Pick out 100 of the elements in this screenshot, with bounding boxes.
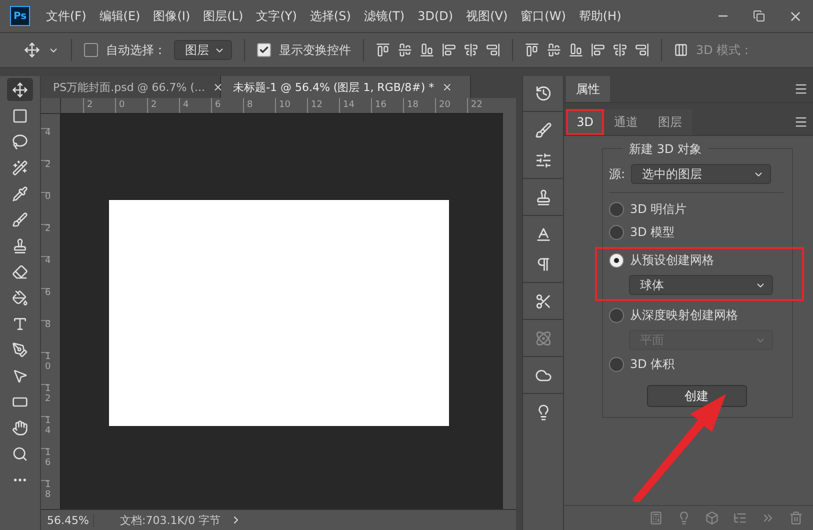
marquee-icon[interactable] xyxy=(12,108,28,124)
history-icon[interactable] xyxy=(534,84,552,102)
shape-dropdown[interactable]: 球体 xyxy=(629,275,773,295)
eyedropper-icon[interactable] xyxy=(12,186,28,202)
menu-item[interactable]: 3D(D) xyxy=(418,9,454,23)
auto-align-icon[interactable] xyxy=(674,43,688,57)
ruler-label: 10 xyxy=(41,352,50,384)
zoom-icon[interactable] xyxy=(12,446,28,462)
align-top-icon[interactable] xyxy=(376,43,390,57)
ruler-label: 4 xyxy=(179,98,211,113)
brush-settings-icon[interactable] xyxy=(534,122,552,138)
ruler-label: 6 xyxy=(211,98,243,113)
align-left-icon[interactable] xyxy=(442,43,456,57)
menu-item[interactable]: 滤镜(T) xyxy=(364,8,405,24)
ruler-label: 14 xyxy=(339,98,371,113)
auto-select-checkbox[interactable] xyxy=(84,43,98,57)
auto-select-label: 自动选择： xyxy=(106,42,166,58)
type-icon[interactable] xyxy=(12,316,28,332)
ruler-label: 14 xyxy=(41,416,50,448)
eraser-icon[interactable] xyxy=(12,264,28,280)
scissors-icon[interactable] xyxy=(534,292,552,310)
menu-item[interactable]: 编辑(E) xyxy=(99,8,140,24)
align-middle-icon[interactable] xyxy=(398,43,412,57)
move-icon[interactable] xyxy=(12,82,28,98)
menu-item[interactable]: 帮助(H) xyxy=(578,8,622,24)
ruler-label: 10 xyxy=(275,98,307,113)
distribute-left-icon[interactable] xyxy=(591,43,605,57)
ruler-label: 16 xyxy=(371,98,403,113)
ruler-label: 20 xyxy=(435,98,467,113)
align-center-icon[interactable] xyxy=(464,43,478,57)
close-tab-button[interactable]: × xyxy=(442,80,452,94)
tool-button[interactable] xyxy=(7,78,33,101)
hand-icon[interactable] xyxy=(12,420,28,436)
align-right-icon[interactable] xyxy=(486,43,500,57)
pointer-icon[interactable] xyxy=(12,368,28,384)
ruler-label: 12 xyxy=(41,384,50,416)
option-label: 从深度映射创建网格 xyxy=(630,307,738,324)
menu-item[interactable]: 窗口(W) xyxy=(520,8,566,24)
distribute-middle-icon[interactable] xyxy=(547,43,561,57)
ruler-label: 0 xyxy=(41,192,50,224)
panel-tab[interactable]: 通道 xyxy=(604,109,648,135)
show-transform-label: 显示变换控件 xyxy=(279,42,351,58)
target-dropdown[interactable]: 图层 xyxy=(174,40,232,60)
distribute-right-icon[interactable] xyxy=(635,43,649,57)
menu-item[interactable]: 图层(L) xyxy=(203,8,244,24)
ruler-label: 22 xyxy=(467,98,499,113)
tab-title: 未标题-1 @ 56.4% (图层 1, RGB/8#) * xyxy=(233,80,434,94)
ruler-label: 8 xyxy=(41,320,50,352)
menu-item[interactable]: 选择(S) xyxy=(310,8,351,24)
ruler-label: 0 xyxy=(115,98,147,113)
radio-button[interactable] xyxy=(609,202,624,217)
menu-item[interactable]: 图像(I) xyxy=(153,8,190,24)
ruler-label: 4 xyxy=(41,128,50,160)
paint-bucket-icon[interactable] xyxy=(12,290,28,306)
menu-item[interactable]: 视图(V) xyxy=(466,8,508,24)
source-dropdown[interactable]: 选中的图层 xyxy=(631,164,772,184)
move-icon[interactable] xyxy=(24,42,40,58)
radio-button[interactable] xyxy=(609,253,624,268)
group-title: 新建 3D 对象 xyxy=(623,141,708,158)
align-bottom-icon[interactable] xyxy=(420,43,434,57)
ruler-label: 6 xyxy=(41,288,50,320)
radio-button[interactable] xyxy=(609,225,624,240)
properties-tab[interactable]: 属性 xyxy=(566,76,610,102)
distribute-bottom-icon[interactable] xyxy=(569,43,583,57)
distribute-center-icon[interactable] xyxy=(613,43,627,57)
ruler-label: 2 xyxy=(83,98,115,113)
ruler-label: 12 xyxy=(307,98,339,113)
document-tab[interactable]: 未标题-1 @ 56.4% (图层 1, RGB/8#) * × xyxy=(221,76,471,98)
lasso-icon[interactable] xyxy=(12,134,28,150)
option-label: 从预设创建网格 xyxy=(630,252,714,269)
app-logo: Ps xyxy=(10,6,30,26)
create-button[interactable]: 创建 xyxy=(646,385,746,407)
distribute-top-icon[interactable] xyxy=(525,43,539,57)
option-label: 3D 明信片 xyxy=(630,201,687,218)
menu-item[interactable]: 文字(Y) xyxy=(256,8,297,24)
stamp-icon[interactable] xyxy=(12,238,28,254)
vertical-scrollbar[interactable] xyxy=(503,98,516,509)
wand-icon[interactable] xyxy=(12,160,28,176)
stamp-icon[interactable] xyxy=(534,188,552,206)
brush-icon[interactable] xyxy=(12,212,28,228)
option-label: 3D 体积 xyxy=(630,356,675,373)
panel-tab[interactable]: 3D xyxy=(566,109,604,135)
character-icon[interactable] xyxy=(534,226,552,242)
menu-icon[interactable] xyxy=(794,115,808,129)
ruler-label: 18 xyxy=(403,98,435,113)
ruler-label: 4 xyxy=(41,256,50,288)
sliders-icon[interactable] xyxy=(534,152,552,168)
option-label: 3D 模型 xyxy=(630,224,675,241)
zoom-level: 56.45% xyxy=(41,514,94,526)
radio-button[interactable] xyxy=(609,308,624,323)
ruler-label: 2 xyxy=(147,98,179,113)
document-info: 文档:703.1K/0 字节 xyxy=(120,512,222,528)
radio-button[interactable] xyxy=(609,357,624,372)
menu-item[interactable]: 文件(F) xyxy=(46,8,86,24)
panel-tab[interactable]: 图层 xyxy=(648,109,692,135)
ruler-label: 2 xyxy=(41,160,50,192)
menu-icon[interactable] xyxy=(794,82,808,96)
close-tab-button[interactable]: × xyxy=(213,80,224,94)
pen-icon[interactable] xyxy=(12,342,28,358)
restore-icon[interactable] xyxy=(753,10,765,22)
